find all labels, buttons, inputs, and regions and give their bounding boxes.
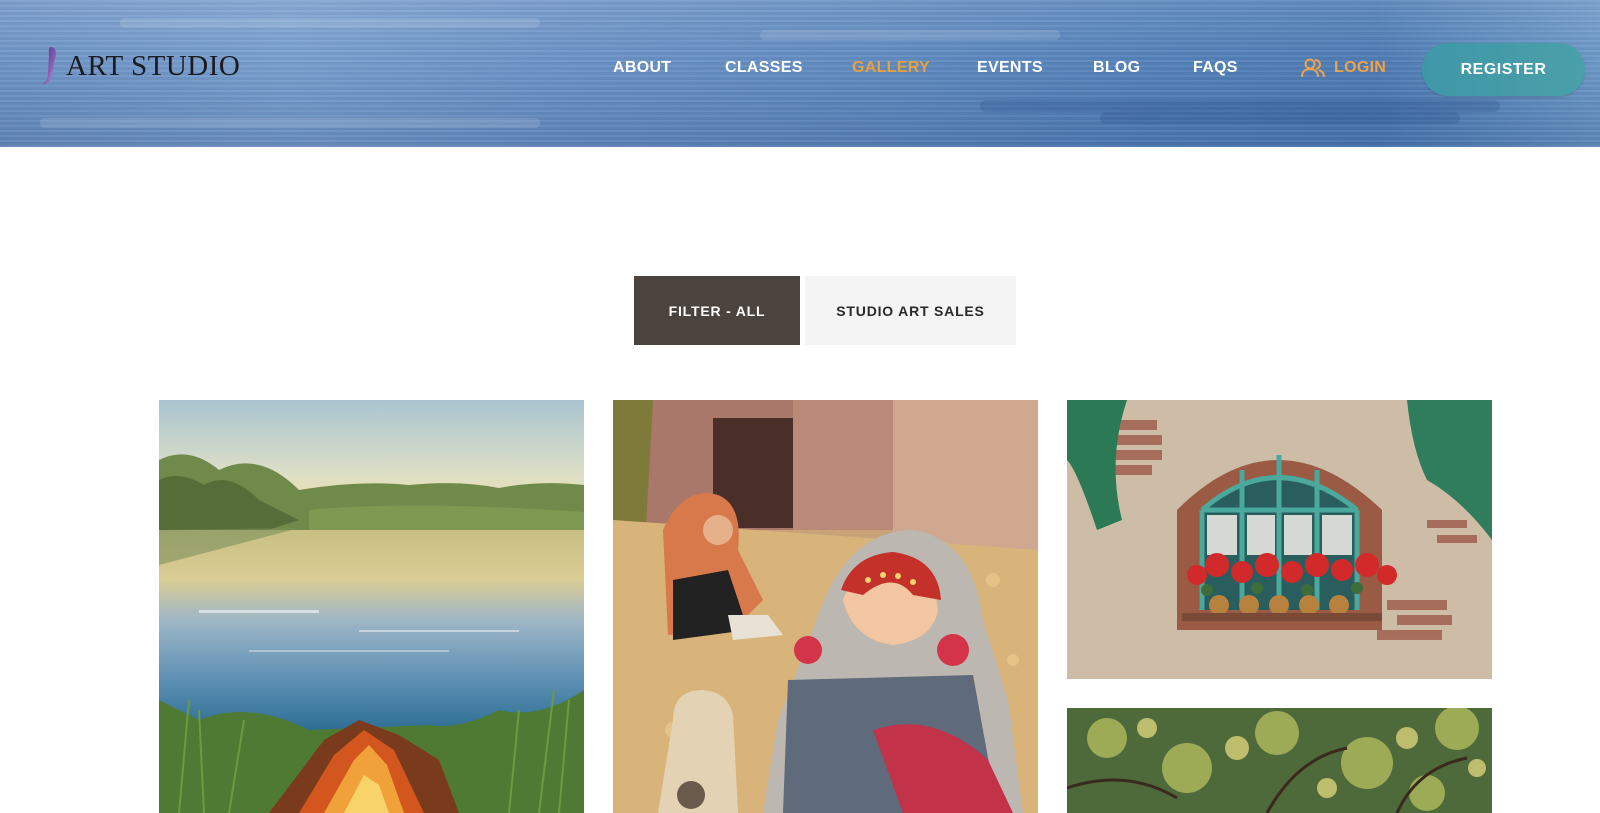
gallery-filter-bar: FILTER - ALL STUDIO ART SALES — [634, 276, 1016, 345]
girls-headscarves-artwork — [613, 400, 1038, 813]
paint-texture — [1100, 112, 1460, 124]
logo-text: ART STUDIO — [66, 50, 241, 82]
window-flowers-artwork — [1067, 400, 1492, 679]
lake-campfire-artwork — [159, 400, 584, 813]
register-button[interactable]: REGISTER — [1422, 43, 1585, 96]
paint-texture — [120, 18, 540, 28]
paint-texture — [980, 100, 1500, 112]
site-logo[interactable]: ART STUDIO — [38, 44, 240, 88]
login-label: LOGIN — [1334, 59, 1387, 76]
filter-studio-art-sales-button[interactable]: STUDIO ART SALES — [805, 276, 1016, 345]
gallery-item-window-painting[interactable] — [1067, 400, 1492, 679]
paint-texture — [40, 118, 540, 128]
paint-texture — [760, 30, 1060, 40]
nav-gallery[interactable]: GALLERY — [852, 56, 930, 80]
filter-all-button[interactable]: FILTER - ALL — [634, 276, 800, 345]
nav-about[interactable]: ABOUT — [613, 56, 671, 80]
login-link[interactable]: LOGIN — [1300, 56, 1386, 80]
nav-events[interactable]: EVENTS — [977, 56, 1043, 80]
gallery-item-trees-painting[interactable] — [1067, 708, 1492, 813]
nav-faqs[interactable]: FAQS — [1193, 56, 1238, 80]
logo-brush-icon — [42, 47, 56, 85]
tree-foliage-artwork — [1067, 708, 1492, 813]
nav-blog[interactable]: BLOG — [1093, 56, 1140, 80]
users-icon — [1301, 58, 1325, 78]
gallery-item-lake-painting[interactable] — [159, 400, 584, 813]
gallery-item-girls-painting[interactable] — [613, 400, 1038, 813]
site-header: ART STUDIO ABOUT CLASSES GALLERY EVENTS … — [0, 0, 1600, 147]
nav-classes[interactable]: CLASSES — [725, 56, 803, 80]
